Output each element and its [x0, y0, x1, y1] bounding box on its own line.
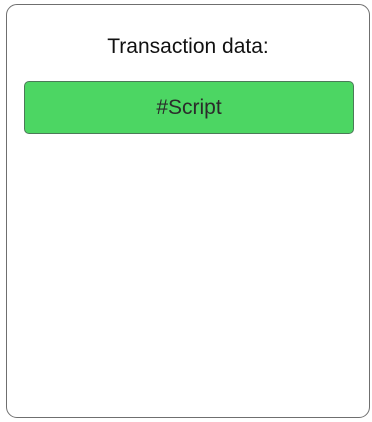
- script-item[interactable]: #Script: [24, 81, 354, 134]
- transaction-data-panel: Transaction data: #Script: [6, 4, 370, 418]
- panel-title: Transaction data:: [107, 35, 269, 58]
